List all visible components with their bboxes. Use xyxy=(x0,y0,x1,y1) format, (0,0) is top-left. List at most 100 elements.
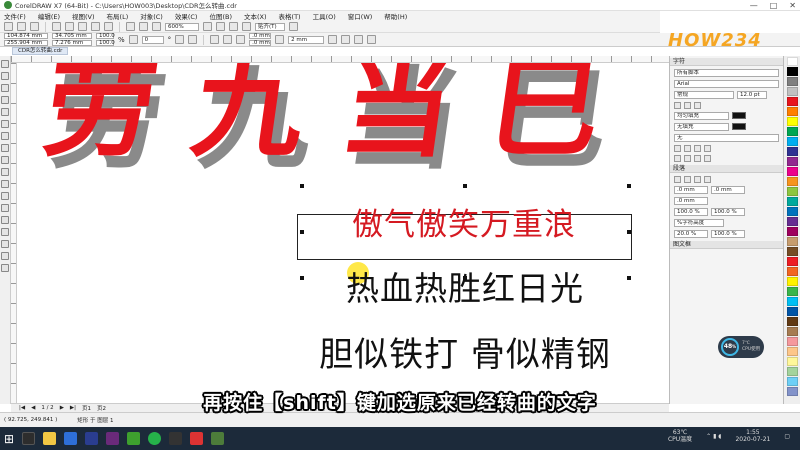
black-text-line-2[interactable]: 热血热胜红日光 xyxy=(300,264,630,314)
close-button[interactable]: ✕ xyxy=(789,1,796,10)
bold-icon[interactable] xyxy=(674,102,681,109)
text-tool-icon[interactable] xyxy=(1,168,9,176)
height-field[interactable]: 7.276 mm xyxy=(52,40,92,46)
frame-section-header[interactable]: 图文框 xyxy=(670,241,783,249)
palette-swatch[interactable] xyxy=(787,247,798,256)
grid-icon[interactable] xyxy=(229,22,238,31)
open-icon[interactable] xyxy=(17,22,26,31)
palette-swatch[interactable] xyxy=(787,317,798,326)
chamfer-corner-icon[interactable] xyxy=(236,35,246,44)
justify-icon[interactable] xyxy=(704,176,711,183)
polygon-tool-icon[interactable] xyxy=(1,156,9,164)
palette-swatch[interactable] xyxy=(787,327,798,336)
ligature-icon[interactable] xyxy=(674,155,681,162)
premiere-icon[interactable] xyxy=(106,432,120,445)
font-size-field[interactable]: 12.0 pt xyxy=(737,91,767,99)
superscript-icon[interactable] xyxy=(674,145,681,152)
smart-fill-icon[interactable] xyxy=(1,252,9,260)
underline-icon[interactable] xyxy=(694,102,701,109)
x-position-field[interactable]: 104.874 mm xyxy=(4,33,48,39)
palette-swatch[interactable] xyxy=(787,227,798,236)
crop-tool-icon[interactable] xyxy=(1,84,9,92)
paragraph-section-header[interactable]: 段落 xyxy=(670,165,783,173)
palette-swatch[interactable] xyxy=(787,217,798,226)
tray-icons[interactable]: ⌃ ▮ ◖ xyxy=(706,433,721,440)
media-player-icon[interactable] xyxy=(169,432,183,445)
palette-swatch[interactable] xyxy=(787,177,798,186)
font-select[interactable]: Arial xyxy=(674,80,779,88)
rulers-icon[interactable] xyxy=(216,22,225,31)
lock-ratio-icon[interactable] xyxy=(128,35,138,44)
transparency-tool-icon[interactable] xyxy=(1,216,9,224)
palette-swatch[interactable] xyxy=(787,137,798,146)
align-center-icon[interactable] xyxy=(684,176,691,183)
space-before-field[interactable]: 100.0 % xyxy=(674,208,708,216)
palette-swatch[interactable] xyxy=(787,157,798,166)
palette-swatch[interactable] xyxy=(787,97,798,106)
cut-icon[interactable] xyxy=(52,22,61,31)
menu-file[interactable]: 文件(F) xyxy=(4,11,26,21)
zoom-tool-icon[interactable] xyxy=(1,96,9,104)
palette-swatch[interactable] xyxy=(787,167,798,176)
outline-pen-icon[interactable] xyxy=(1,264,9,272)
palette-swatch[interactable] xyxy=(787,67,798,76)
menu-layout[interactable]: 布局(L) xyxy=(107,11,129,21)
mirror-horizontal-icon[interactable] xyxy=(175,35,185,44)
palette-swatch[interactable] xyxy=(787,277,798,286)
palette-swatch[interactable] xyxy=(787,287,798,296)
menu-tools[interactable]: 工具(O) xyxy=(313,11,336,21)
palette-swatch[interactable] xyxy=(787,147,798,156)
palette-swatch[interactable] xyxy=(787,297,798,306)
round-corner-icon[interactable] xyxy=(210,35,220,44)
line-spacing-unit-select[interactable]: %字符高度 xyxy=(674,219,724,227)
task-view-icon[interactable] xyxy=(22,432,36,445)
zoom-level-select[interactable]: 600% xyxy=(165,22,199,31)
interactive-fill-icon[interactable] xyxy=(1,240,9,248)
swash-icon[interactable] xyxy=(704,155,711,162)
relative-corner-icon[interactable] xyxy=(275,35,285,44)
scale-y-field[interactable]: 100.0 xyxy=(96,40,115,46)
space-after-field[interactable]: 100.0 % xyxy=(711,208,745,216)
menu-view[interactable]: 视图(V) xyxy=(72,11,95,21)
first-line-indent-field[interactable]: .0 mm xyxy=(711,186,745,194)
palette-swatch[interactable] xyxy=(787,187,798,196)
ellipse-tool-icon[interactable] xyxy=(1,144,9,152)
background-fill-select[interactable]: 无填充 xyxy=(674,123,729,131)
caps-icon[interactable] xyxy=(694,145,701,152)
export-icon[interactable] xyxy=(139,22,148,31)
font-style-select[interactable]: 常规 xyxy=(674,91,734,99)
pick-tool-icon[interactable] xyxy=(1,60,9,68)
palette-swatch[interactable] xyxy=(787,237,798,246)
publish-pdf-icon[interactable] xyxy=(152,22,161,31)
corner-radius-1[interactable]: .0 mm xyxy=(249,33,272,39)
connector-tool-icon[interactable] xyxy=(1,192,9,200)
right-indent-field[interactable]: .0 mm xyxy=(674,197,708,205)
palette-swatch[interactable] xyxy=(787,347,798,356)
y-position-field[interactable]: 255.904 mm xyxy=(4,40,48,46)
scallop-corner-icon[interactable] xyxy=(223,35,233,44)
fraction-icon[interactable] xyxy=(694,155,701,162)
char-spacing-field[interactable]: 20.0 % xyxy=(674,230,708,238)
fullscreen-icon[interactable] xyxy=(203,22,212,31)
background-large-red-text[interactable]: 劳 九 当 巳 xyxy=(36,63,613,178)
palette-swatch[interactable] xyxy=(787,57,798,66)
new-icon[interactable] xyxy=(4,22,13,31)
palette-swatch[interactable] xyxy=(787,257,798,266)
palette-swatch[interactable] xyxy=(787,117,798,126)
position-icon[interactable] xyxy=(704,145,711,152)
convert-to-curves-icon[interactable] xyxy=(367,35,377,44)
palette-swatch[interactable] xyxy=(787,377,798,386)
subscript-icon[interactable] xyxy=(684,145,691,152)
to-front-icon[interactable] xyxy=(341,35,351,44)
copy-icon[interactable] xyxy=(65,22,74,31)
width-field[interactable]: 34.705 mm xyxy=(52,33,92,39)
menu-effects[interactable]: 效果(C) xyxy=(175,11,198,21)
coreldraw-taskbar-icon[interactable] xyxy=(127,432,141,445)
background-color-swatch[interactable] xyxy=(732,123,746,130)
align-right-icon[interactable] xyxy=(694,176,701,183)
snap-to-dropdown[interactable]: 贴齐(T) xyxy=(255,22,285,31)
eyedropper-tool-icon[interactable] xyxy=(1,228,9,236)
ordinal-icon[interactable] xyxy=(684,155,691,162)
palette-swatch[interactable] xyxy=(787,207,798,216)
palette-swatch[interactable] xyxy=(787,127,798,136)
